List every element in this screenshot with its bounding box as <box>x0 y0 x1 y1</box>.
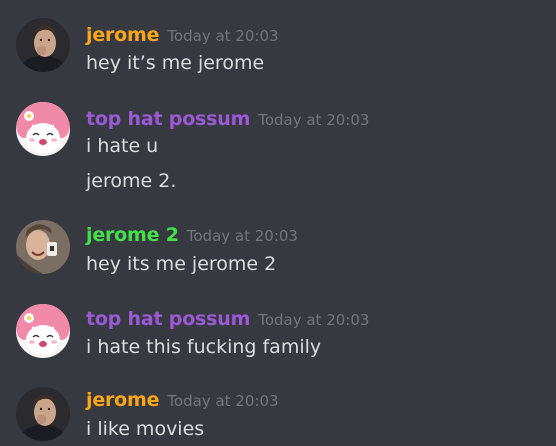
message-text: hey it’s me jerome <box>86 52 265 74</box>
avatar[interactable] <box>16 304 70 358</box>
message-header: jerome Today at 20:03 <box>86 24 279 46</box>
avatar[interactable] <box>16 220 70 274</box>
message-text: i like movies <box>86 418 205 440</box>
avatar[interactable] <box>16 18 70 72</box>
message-text: hey its me jerome 2 <box>86 253 277 275</box>
username[interactable]: jerome <box>86 24 160 46</box>
man-phone-avatar-icon <box>16 220 70 274</box>
username[interactable]: jerome 2 <box>86 224 179 246</box>
timestamp[interactable]: Today at 20:03 <box>258 311 369 329</box>
pink-bunny-avatar-icon <box>16 304 70 358</box>
message-header: jerome Today at 20:03 <box>86 389 279 411</box>
timestamp[interactable]: Today at 20:03 <box>258 111 369 129</box>
timestamp[interactable]: Today at 20:03 <box>167 27 278 45</box>
username[interactable]: jerome <box>86 389 160 411</box>
message-header: top hat possum Today at 20:03 <box>86 108 369 130</box>
timestamp[interactable]: Today at 20:03 <box>187 227 298 245</box>
username[interactable]: top hat possum <box>86 308 250 330</box>
message-text: i hate this fucking family <box>86 336 322 358</box>
pink-bunny-avatar-icon <box>16 102 70 156</box>
avatar[interactable] <box>16 102 70 156</box>
avatar[interactable] <box>16 387 70 441</box>
man-face-avatar-icon <box>16 387 70 441</box>
message-text: jerome 2. <box>86 170 177 192</box>
message-header: jerome 2 Today at 20:03 <box>86 224 298 246</box>
message-text: i hate u <box>86 135 159 157</box>
timestamp[interactable]: Today at 20:03 <box>167 392 278 410</box>
username[interactable]: top hat possum <box>86 108 250 130</box>
message-header: top hat possum Today at 20:03 <box>86 308 369 330</box>
man-face-avatar-icon <box>16 18 70 72</box>
chat-messages: jerome Today at 20:03 hey it’s me jerome <box>0 0 556 446</box>
